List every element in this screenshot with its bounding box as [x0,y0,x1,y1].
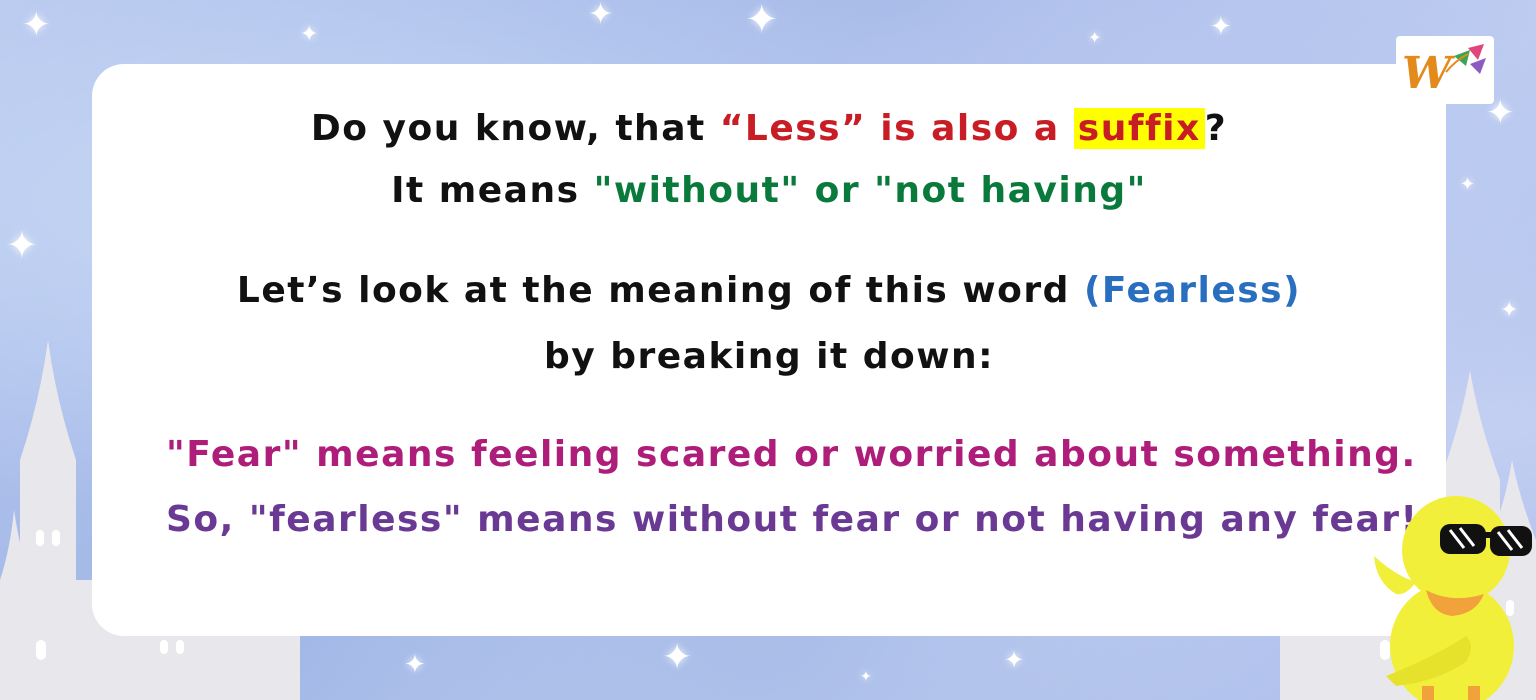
star-icon: ✦ [1088,28,1102,47]
logo-icon: W [1402,44,1486,99]
example-word: (Fearless) [1083,270,1302,311]
question-mark: ? [1204,108,1228,149]
star-icon: ✦ [662,637,693,678]
meaning-definition: "without" or "not having" [593,170,1147,211]
list-item: "Fear" means feeling scared or worried a… [152,434,1415,475]
instruction-line-2: by breaking it down: [543,336,995,377]
bullet-list: "Fear" means feeling scared or worried a… [152,434,1417,564]
star-icon: ✦ [1004,646,1025,674]
headline-line-2: It means "without" or "not having" [92,170,1446,211]
suffix-highlight: suffix [1073,108,1205,149]
bullet-text: "Fear" means feeling scared or worried a… [166,434,1417,475]
svg-text:W: W [1402,48,1456,99]
star-icon: ✦ [860,669,872,685]
bullet-text: So, "fearless" means without fear or not… [166,499,1419,540]
list-item: So, "fearless" means without fear or not… [152,499,1417,540]
logo: W [1396,36,1494,104]
star-icon: ✦ [588,0,614,32]
star-icon: ✦ [745,0,779,43]
headline-text: Do you know, that [310,108,720,149]
star-icon: ✦ [1210,12,1232,42]
meaning-text: It means [391,170,594,211]
star-icon: ✦ [6,223,38,267]
instruction-line-1: Let’s look at the meaning of this word (… [92,270,1446,311]
content-card: Do you know, that “Less” is also a suffi… [92,64,1446,636]
star-icon: ✦ [1460,174,1476,195]
star-icon: ✦ [300,22,319,47]
headline-line-1: Do you know, that “Less” is also a suffi… [92,108,1446,149]
less-suffix-text: “Less” is also a [719,108,1074,149]
duck-mascot-icon [1374,496,1532,700]
instruction-text: Let’s look at the meaning of this word [236,270,1084,311]
star-icon: ✦ [404,650,426,680]
star-icon: ✦ [22,5,51,45]
